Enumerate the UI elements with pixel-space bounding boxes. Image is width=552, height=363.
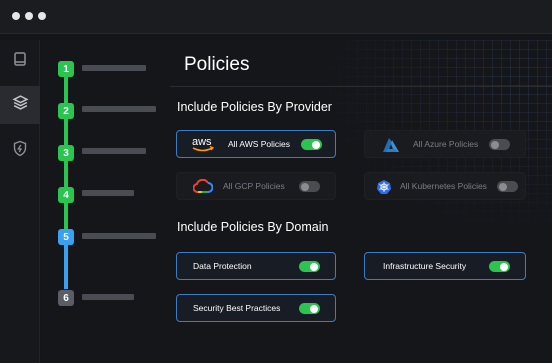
window-titlebar [0, 0, 552, 34]
step-3[interactable]: 3 [58, 145, 74, 161]
provider-label: All Kubernetes Policies [400, 181, 487, 191]
provider-label: All AWS Policies [228, 139, 291, 149]
book-icon [12, 51, 28, 72]
step-6-label [82, 294, 134, 300]
shield-bolt-icon [12, 140, 28, 162]
step-number: 2 [63, 105, 69, 117]
provider-label: All Azure Policies [413, 139, 479, 149]
domain-card-data-protection[interactable]: Data Protection [176, 252, 336, 280]
stepper-line-current [64, 245, 68, 289]
window-dot[interactable] [38, 12, 46, 20]
step-number: 5 [63, 231, 69, 243]
step-4-label [82, 190, 134, 196]
kubernetes-toggle[interactable] [497, 181, 518, 192]
step-2[interactable]: 2 [58, 103, 74, 119]
kubernetes-icon [375, 178, 393, 196]
step-2-label [82, 106, 156, 112]
aws-icon: aws [190, 134, 216, 154]
icon-rail [0, 40, 40, 363]
infrastructure-security-toggle[interactable] [489, 261, 510, 272]
window-dot[interactable] [12, 12, 20, 20]
provider-label: All GCP Policies [223, 181, 285, 191]
provider-card-kubernetes[interactable]: All Kubernetes Policies [364, 172, 526, 200]
domain-card-infrastructure-security[interactable]: Infrastructure Security [364, 252, 526, 280]
domain-label: Infrastructure Security [383, 261, 467, 271]
step-number: 1 [63, 63, 69, 75]
azure-icon [380, 136, 402, 154]
page-title: Policies [184, 54, 250, 75]
step-1-label [82, 65, 146, 71]
step-3-label [82, 148, 146, 154]
providers-heading: Include Policies By Provider [177, 100, 332, 114]
aws-logo-text: aws [192, 136, 212, 148]
domains-heading: Include Policies By Domain [177, 220, 329, 234]
domain-label: Data Protection [193, 261, 252, 271]
rail-item-security[interactable] [0, 132, 40, 170]
azure-toggle[interactable] [489, 139, 510, 150]
step-number: 4 [63, 189, 69, 201]
step-number: 3 [63, 147, 69, 159]
step-5-label [82, 233, 156, 239]
domain-card-security-best-practices[interactable]: Security Best Practices [176, 294, 336, 322]
provider-card-gcp[interactable]: All GCP Policies [176, 172, 336, 200]
step-4[interactable]: 4 [58, 187, 74, 203]
gcp-icon [192, 178, 214, 196]
step-5[interactable]: 5 [58, 229, 74, 245]
rail-item-layers[interactable] [0, 86, 40, 124]
rail-item-book[interactable] [0, 42, 40, 80]
data-protection-toggle[interactable] [299, 261, 320, 272]
domain-label: Security Best Practices [193, 303, 281, 313]
provider-card-azure[interactable]: All Azure Policies [364, 130, 526, 158]
aws-toggle[interactable] [301, 139, 322, 150]
layers-icon [11, 94, 29, 116]
gcp-toggle[interactable] [299, 181, 320, 192]
step-1[interactable]: 1 [58, 61, 74, 77]
window-dot[interactable] [25, 12, 33, 20]
step-number: 6 [63, 292, 69, 304]
security-best-practices-toggle[interactable] [299, 303, 320, 314]
provider-card-aws[interactable]: aws All AWS Policies [176, 130, 336, 158]
title-divider [170, 86, 552, 87]
step-6[interactable]: 6 [58, 290, 74, 306]
